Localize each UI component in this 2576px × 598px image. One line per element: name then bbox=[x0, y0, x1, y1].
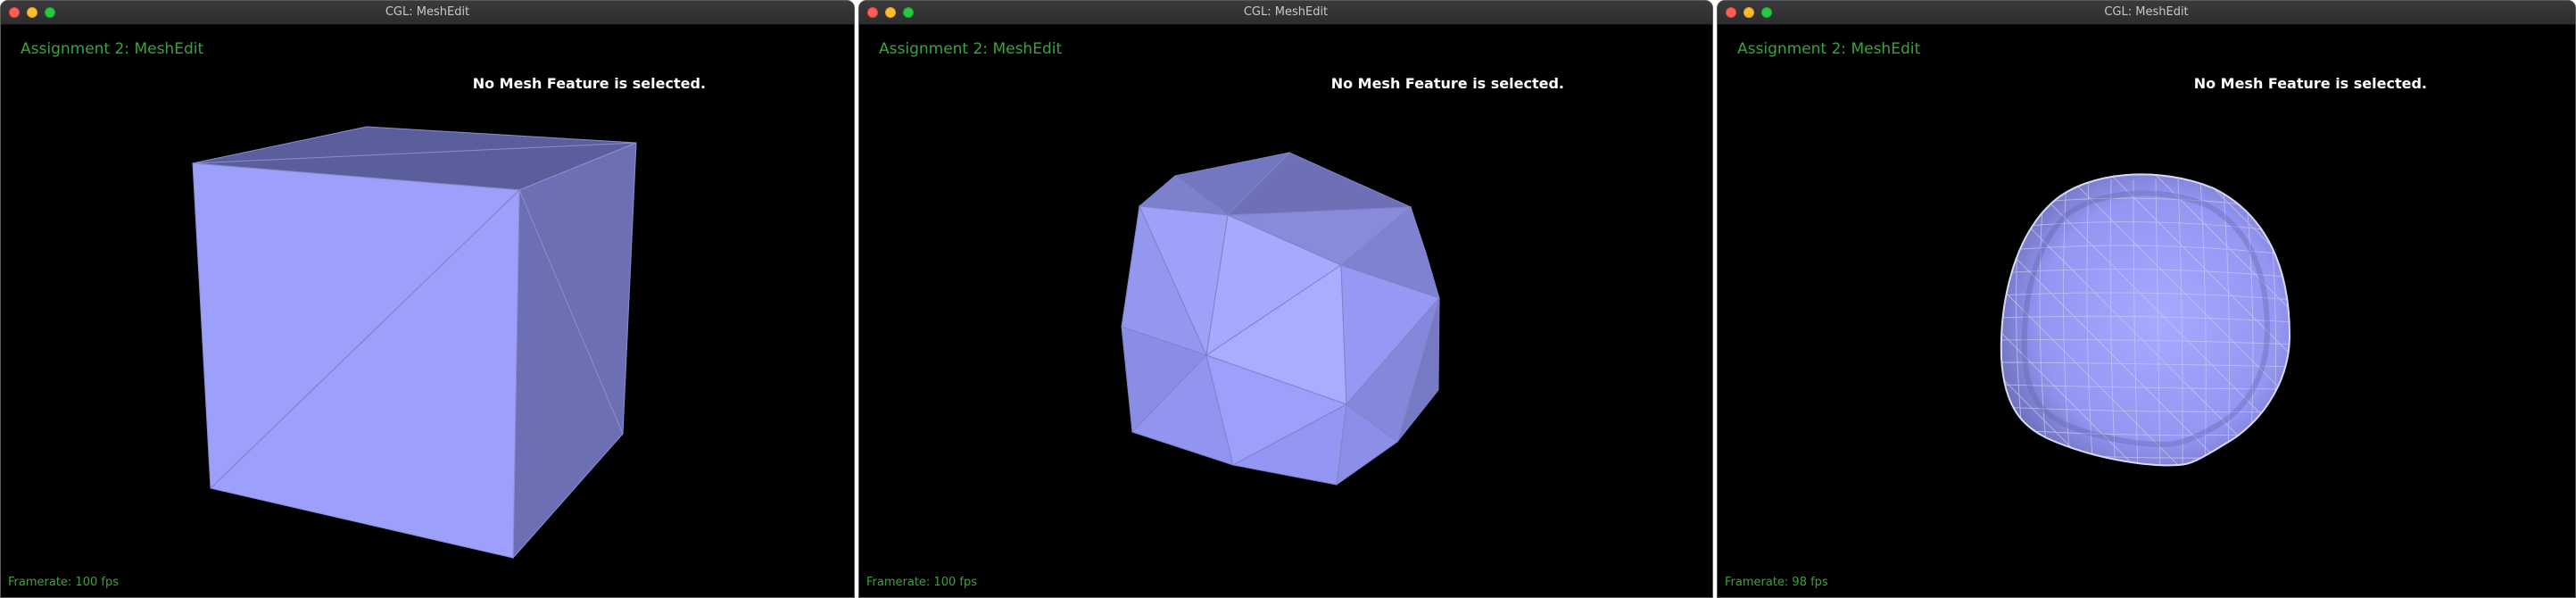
gl-viewport[interactable]: Assignment 2: MeshEdit No Mesh Feature i… bbox=[1718, 25, 2575, 597]
subdivided-mesh[interactable] bbox=[1718, 25, 2576, 598]
hud-assignment-title: Assignment 2: MeshEdit bbox=[1737, 40, 1921, 58]
meshedit-window-3[interactable]: CGL: MeshEdit Assignment 2: MeshEdit No … bbox=[1717, 0, 2576, 598]
icosahedral-mesh[interactable] bbox=[859, 25, 1713, 598]
hud-assignment-title: Assignment 2: MeshEdit bbox=[21, 40, 204, 58]
selection-status: No Mesh Feature is selected. bbox=[2193, 75, 2427, 92]
framerate-readout: Framerate: 98 fps bbox=[1725, 576, 1828, 589]
selection-status: No Mesh Feature is selected. bbox=[472, 75, 706, 92]
gl-viewport[interactable]: Assignment 2: MeshEdit No Mesh Feature i… bbox=[859, 25, 1712, 597]
mesh-face bbox=[192, 162, 520, 559]
window-title: CGL: MeshEdit bbox=[1243, 5, 1329, 19]
framerate-readout: Framerate: 100 fps bbox=[866, 576, 977, 589]
title-bar[interactable]: CGL: MeshEdit bbox=[859, 1, 1712, 25]
meshedit-window-1[interactable]: CGL: MeshEdit Assignment 2: MeshEdit No … bbox=[0, 0, 855, 598]
meshedit-window-2[interactable]: CGL: MeshEdit Assignment 2: MeshEdit No … bbox=[858, 0, 1713, 598]
window-title: CGL: MeshEdit bbox=[385, 5, 470, 19]
gl-viewport[interactable]: Assignment 2: MeshEdit No Mesh Feature i… bbox=[1, 25, 854, 597]
mesh-face bbox=[512, 142, 637, 560]
window-title: CGL: MeshEdit bbox=[2104, 5, 2189, 19]
hud-assignment-title: Assignment 2: MeshEdit bbox=[879, 40, 1063, 58]
cube-mesh[interactable] bbox=[1, 25, 855, 598]
title-bar[interactable]: CGL: MeshEdit bbox=[1718, 1, 2575, 25]
selection-status: No Mesh Feature is selected. bbox=[1330, 75, 1564, 92]
framerate-readout: Framerate: 100 fps bbox=[8, 576, 119, 589]
title-bar[interactable]: CGL: MeshEdit bbox=[1, 1, 854, 25]
